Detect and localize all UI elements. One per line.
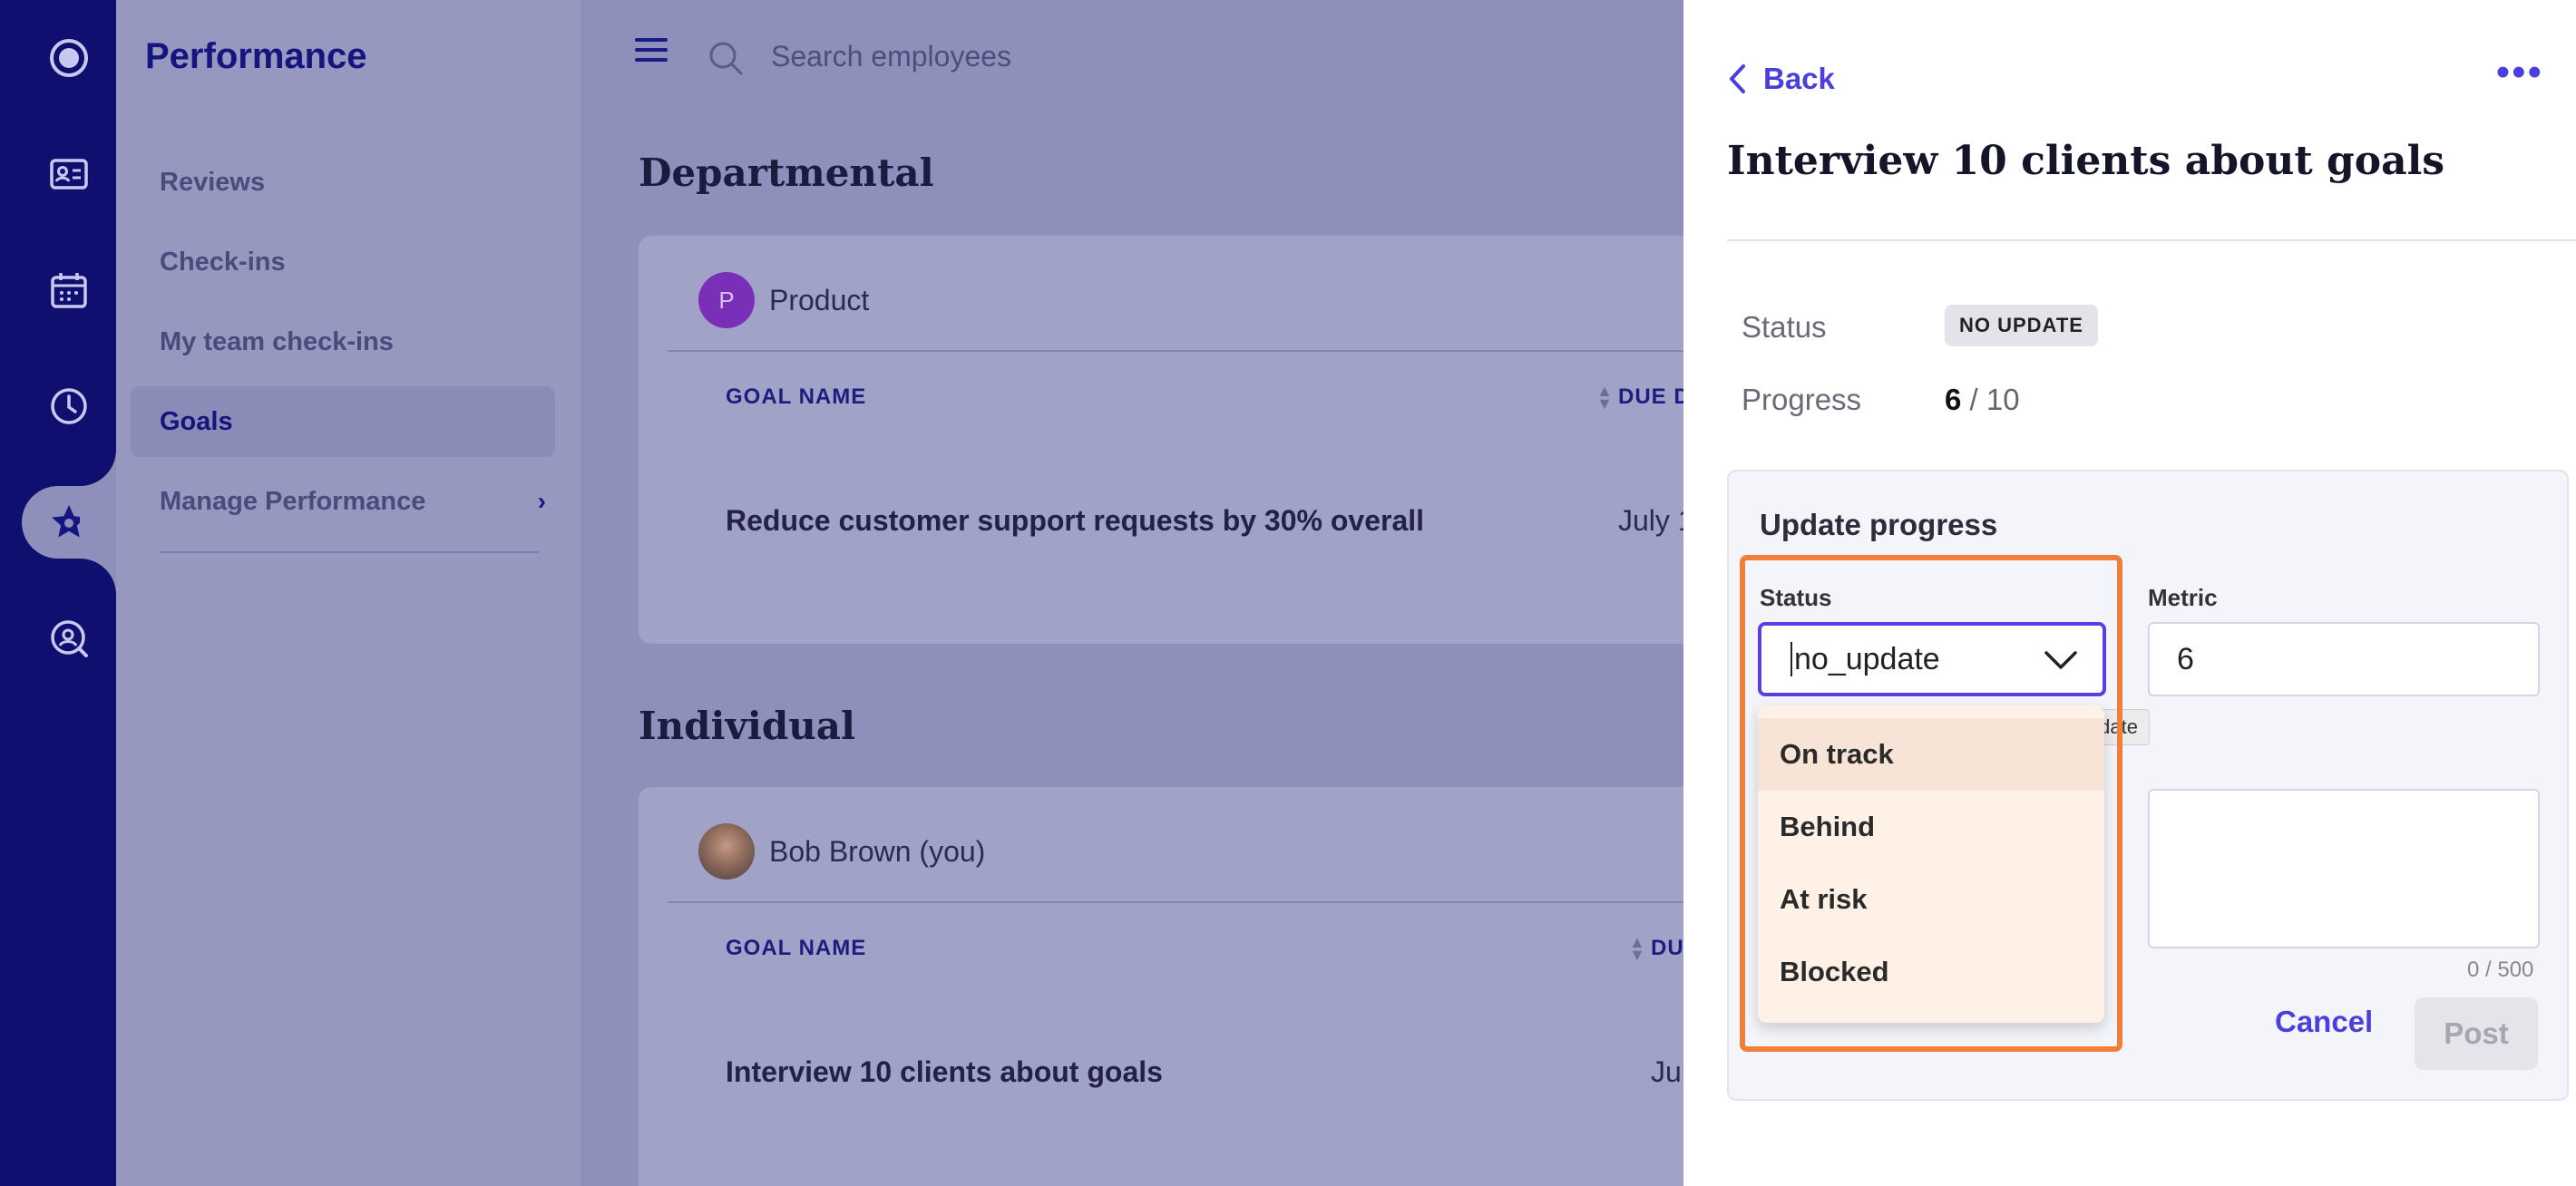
- group-name: Bob Brown (you): [769, 834, 986, 868]
- character-counter: 0 / 500: [2467, 958, 2534, 982]
- column-header-goal-name[interactable]: GOAL NAME: [726, 936, 866, 961]
- star-icon[interactable]: [22, 486, 116, 559]
- icon-rail: [0, 0, 116, 1186]
- group-name: Product: [769, 283, 870, 316]
- sidebar-item-manage-performance[interactable]: Manage Performance ›: [131, 466, 555, 537]
- sidebar-title: Performance: [145, 36, 367, 76]
- column-header-due-date[interactable]: DUE D: [1618, 384, 1691, 410]
- sidebar-item-my-team-check-ins[interactable]: My team check-ins: [131, 306, 555, 377]
- comment-textarea[interactable]: [2148, 789, 2540, 948]
- sidebar-item-label: Goals: [160, 406, 233, 436]
- group-header: P Product: [698, 272, 869, 328]
- panel-title: Interview 10 clients about goals: [1727, 138, 2445, 184]
- main-content: Search employees Departmental P Product …: [581, 0, 1727, 1186]
- highlight-box: [1740, 555, 2122, 1052]
- individual-card: Bob Brown (you) GOAL NAME ▲ ▼ DU Intervie…: [639, 787, 1727, 1186]
- progress-total: / 10: [1961, 383, 2020, 416]
- person-search-icon[interactable]: [22, 602, 116, 675]
- sidebar-divider: [160, 551, 539, 553]
- form-title: Update progress: [1760, 508, 1998, 541]
- more-options-icon[interactable]: •••: [2496, 53, 2543, 92]
- sidebar-item-label: Manage Performance: [160, 486, 426, 516]
- status-label: Status: [1742, 310, 1827, 344]
- departmental-heading: Departmental: [639, 151, 934, 195]
- progress-label: Progress: [1742, 383, 1862, 416]
- column-header-goal-name[interactable]: GOAL NAME: [726, 384, 866, 410]
- sidebar-item-check-ins[interactable]: Check-ins: [131, 227, 555, 297]
- sort-icon[interactable]: ▲ ▼: [1596, 383, 1613, 412]
- metric-field-label: Metric: [2148, 584, 2218, 611]
- group-header: Bob Brown (you): [698, 823, 985, 880]
- cancel-button[interactable]: Cancel: [2275, 1005, 2373, 1039]
- departmental-card: P Product GOAL NAME ▲ ▼ DUE D Reduce cust…: [639, 236, 1727, 644]
- divider: [668, 350, 1727, 352]
- sidebar-item-reviews[interactable]: Reviews: [131, 147, 555, 218]
- sidebar-item-label: My team check-ins: [160, 326, 394, 356]
- calendar-icon[interactable]: [22, 254, 116, 326]
- sidebar-item-label: Reviews: [160, 167, 266, 197]
- chevron-left-icon: [1730, 64, 1745, 93]
- metric-value: 6: [2177, 641, 2194, 676]
- metric-input[interactable]: 6: [2148, 622, 2540, 696]
- clock-icon[interactable]: [22, 370, 116, 442]
- back-label: Back: [1763, 62, 1835, 95]
- search-input[interactable]: Search employees: [771, 40, 1011, 73]
- logo-icon[interactable]: [22, 22, 116, 94]
- sidebar-item-label: Check-ins: [160, 247, 286, 277]
- avatar: [698, 823, 755, 880]
- chevron-right-icon: ›: [537, 487, 546, 515]
- progress-current: 6: [1945, 383, 1962, 416]
- sort-icon[interactable]: ▲ ▼: [1629, 934, 1645, 963]
- column-header-due-date[interactable]: DU: [1651, 936, 1684, 961]
- post-button[interactable]: Post: [2415, 997, 2538, 1070]
- progress-value: 6 / 10: [1945, 383, 2020, 417]
- search-icon: [707, 40, 744, 81]
- performance-sidebar: Performance Reviews Check-ins My team ch…: [116, 0, 581, 1186]
- avatar: P: [698, 272, 755, 328]
- id-card-icon[interactable]: [22, 138, 116, 210]
- goal-row-title[interactable]: Reduce customer support requests by 30% …: [726, 504, 1424, 538]
- divider: [1727, 239, 2576, 241]
- back-button[interactable]: Back: [1727, 62, 1835, 96]
- menu-icon[interactable]: [635, 38, 668, 63]
- divider: [668, 901, 1727, 903]
- status-badge: NO UPDATE: [1945, 305, 2098, 346]
- goal-row-title[interactable]: Interview 10 clients about goals: [726, 1055, 1163, 1089]
- individual-heading: Individual: [639, 704, 855, 748]
- sidebar-item-goals[interactable]: Goals: [131, 386, 555, 457]
